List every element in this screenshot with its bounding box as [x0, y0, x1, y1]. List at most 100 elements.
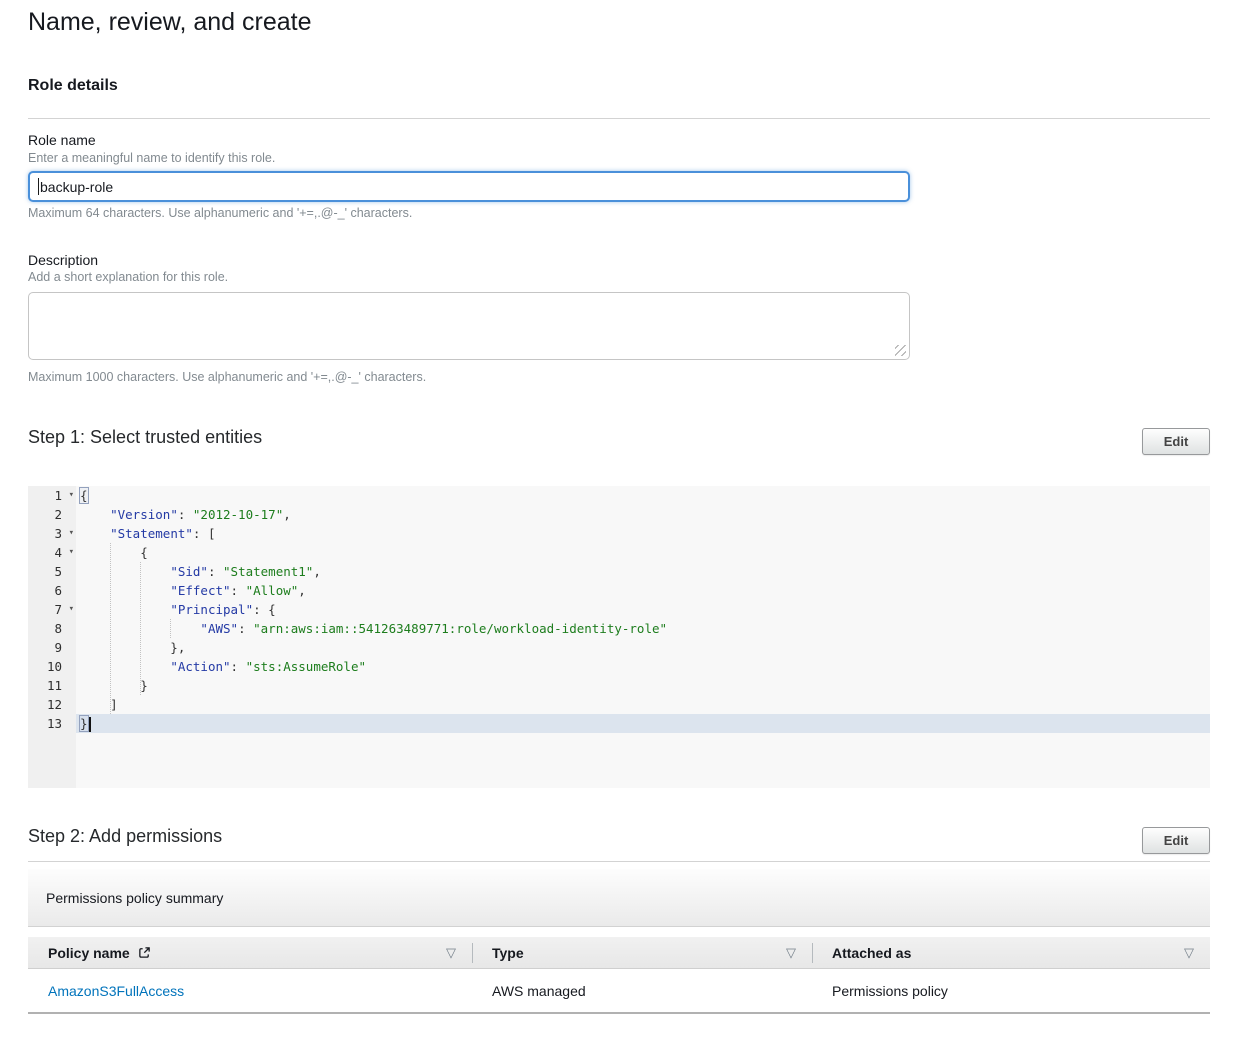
fold-arrow-icon[interactable]: ▾	[69, 543, 74, 562]
role-name-constraint: Maximum 64 characters. Use alphanumeric …	[28, 206, 412, 221]
fold-arrow-icon[interactable]: ▾	[69, 486, 74, 505]
code-line: "Effect": "Allow",	[76, 581, 1210, 600]
code-token: "Action"	[170, 659, 230, 674]
code-line: }	[76, 714, 1210, 733]
table-header: Policy name ▽ Type ▽ Attached as ▽	[28, 937, 1210, 969]
trust-policy-editor[interactable]: 1▾23▾4▾567▾8910111213 { "Version": "2012…	[28, 486, 1210, 788]
editor-code: { "Version": "2012-10-17", "Statement": …	[76, 486, 1210, 788]
permissions-summary-title: Permissions policy summary	[46, 890, 223, 906]
code-line: "Sid": "Statement1",	[76, 562, 1210, 581]
divider	[28, 861, 1210, 862]
code-token: :	[238, 621, 253, 636]
description-label: Description	[28, 252, 98, 269]
text-caret	[89, 717, 91, 732]
line-number: 7▾	[28, 600, 76, 619]
code-token: },	[80, 640, 185, 655]
code-token: "sts:AssumeRole"	[246, 659, 366, 674]
code-token	[80, 659, 170, 674]
step2-heading: Step 2: Add permissions	[28, 824, 222, 848]
column-label: Attached as	[832, 945, 911, 961]
code-token: "Effect"	[170, 583, 230, 598]
code-token: :	[178, 507, 193, 522]
column-label: Policy name	[48, 945, 130, 961]
code-token	[80, 507, 110, 522]
code-line: {	[76, 543, 1210, 562]
resize-handle-icon[interactable]	[895, 345, 906, 356]
code-token: : [	[193, 526, 216, 541]
code-token	[80, 602, 170, 617]
code-token: "AWS"	[200, 621, 238, 636]
column-divider	[472, 943, 473, 963]
code-token: "arn:aws:iam::541263489771:role/workload…	[253, 621, 667, 636]
code-token: "Version"	[110, 507, 178, 522]
filter-icon[interactable]: ▽	[786, 945, 796, 961]
step1-heading: Step 1: Select trusted entities	[28, 425, 262, 449]
external-link-icon	[138, 946, 151, 959]
fold-arrow-icon[interactable]: ▾	[69, 600, 74, 619]
line-number: 5	[28, 562, 76, 581]
table-rows: AmazonS3FullAccess AWS managedPermissions…	[28, 969, 1210, 1014]
description-textarea[interactable]	[28, 292, 910, 360]
line-number: 2	[28, 505, 76, 524]
code-token: "Statement1"	[223, 564, 313, 579]
code-token: "Principal"	[170, 602, 253, 617]
code-token: :	[231, 659, 246, 674]
table-row: AmazonS3FullAccess AWS managedPermissions…	[28, 969, 1210, 1014]
attached-as-cell: Permissions policy	[812, 983, 1210, 999]
code-token	[80, 564, 170, 579]
edit-permissions-button[interactable]: Edit	[1142, 827, 1210, 854]
line-number: 3▾	[28, 524, 76, 543]
code-token: "Statement"	[110, 526, 193, 541]
line-number: 12	[28, 695, 76, 714]
policy-name-cell: AmazonS3FullAccess	[28, 983, 472, 999]
code-line: "Action": "sts:AssumeRole"	[76, 657, 1210, 676]
permissions-summary-header: Permissions policy summary	[28, 869, 1210, 927]
code-token: "2012-10-17"	[193, 507, 283, 522]
edit-trusted-entities-button[interactable]: Edit	[1142, 428, 1210, 455]
column-divider	[812, 943, 813, 963]
code-token: ]	[80, 697, 118, 712]
policy-type-cell: AWS managed	[472, 983, 812, 999]
filter-icon[interactable]: ▽	[446, 945, 456, 961]
policy-name-link[interactable]: AmazonS3FullAccess	[48, 983, 184, 999]
code-line: {	[76, 486, 1210, 505]
filter-icon[interactable]: ▽	[1184, 945, 1194, 961]
line-number: 11	[28, 676, 76, 695]
line-number: 8	[28, 619, 76, 638]
editor-gutter: 1▾23▾4▾567▾8910111213	[28, 486, 76, 788]
column-header-attached-as: Attached as ▽	[812, 937, 1210, 968]
code-token: : {	[253, 602, 276, 617]
line-number: 6	[28, 581, 76, 600]
code-token: ,	[313, 564, 321, 579]
code-token: :	[208, 564, 223, 579]
code-line: },	[76, 638, 1210, 657]
line-number: 1▾	[28, 486, 76, 505]
code-token: :	[231, 583, 246, 598]
description-constraint: Maximum 1000 characters. Use alphanumeri…	[28, 370, 426, 385]
code-token	[80, 583, 170, 598]
code-token: {	[80, 488, 88, 503]
name-review-create-page: Name, review, and create Role details Ro…	[0, 0, 1242, 1037]
input-caret	[38, 178, 39, 195]
code-token: {	[80, 545, 148, 560]
code-token: }	[80, 678, 148, 693]
code-token: ,	[298, 583, 306, 598]
role-details-heading: Role details	[28, 77, 118, 95]
role-name-label: Role name	[28, 132, 96, 149]
role-name-input[interactable]: backup-role	[28, 171, 910, 202]
code-line: ]	[76, 695, 1210, 714]
fold-arrow-icon[interactable]: ▾	[69, 524, 74, 543]
role-name-hint: Enter a meaningful name to identify this…	[28, 151, 275, 166]
line-number: 10	[28, 657, 76, 676]
code-token	[80, 621, 200, 636]
code-token: "Sid"	[170, 564, 208, 579]
page-title: Name, review, and create	[28, 6, 311, 38]
line-number: 4▾	[28, 543, 76, 562]
column-label: Type	[492, 945, 524, 961]
code-token: "Allow"	[246, 583, 299, 598]
role-name-value: backup-role	[40, 179, 113, 195]
divider	[28, 118, 1210, 119]
code-line: "AWS": "arn:aws:iam::541263489771:role/w…	[76, 619, 1210, 638]
code-line: "Version": "2012-10-17",	[76, 505, 1210, 524]
code-line: "Statement": [	[76, 524, 1210, 543]
